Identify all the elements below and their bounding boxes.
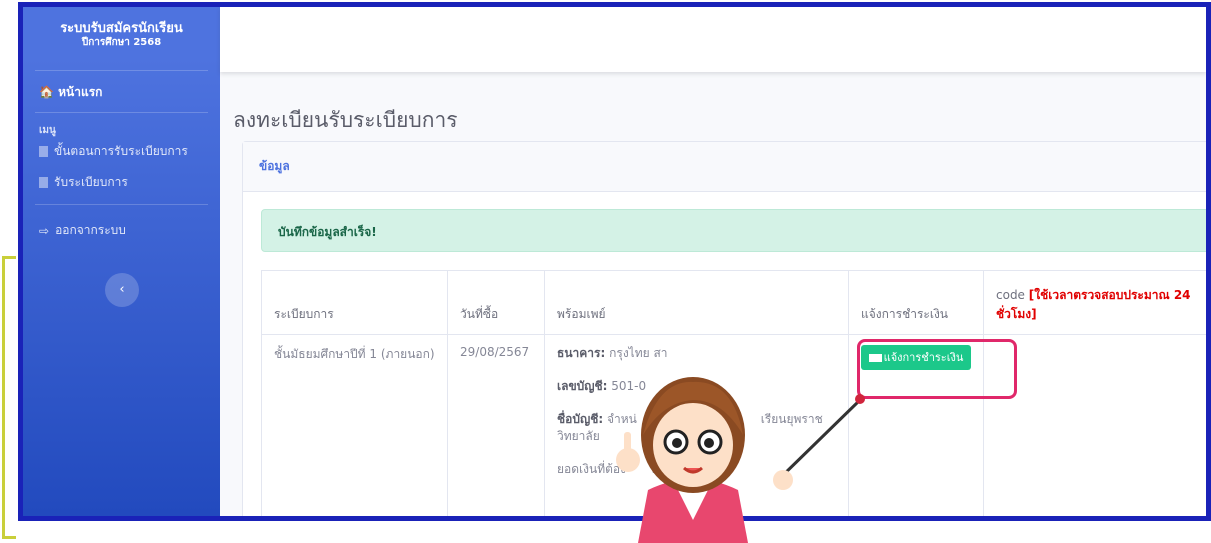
logout-link[interactable]: ⇨ ออกจากระบบ (23, 215, 220, 246)
cell-date: 29/08/2567 (447, 334, 545, 516)
code-label: code (996, 288, 1025, 302)
account-name-label: ชื่อบัญชี: (557, 412, 604, 426)
success-alert: บันทึกข้อมูลสำเร็จ! (261, 209, 1206, 252)
sidebar: ระบบรับสมัครนักเรียน ปีการศึกษา 2568 🏠 ห… (23, 7, 220, 516)
payment-button-highlight (857, 339, 1017, 399)
topbar (220, 7, 1206, 72)
sidebar-item-label: รับระเบียบการ (54, 175, 128, 189)
home-icon: 🏠 (39, 85, 54, 99)
card-header: ข้อมูล (243, 142, 1206, 192)
document-icon (39, 146, 48, 157)
sidebar-item-steps[interactable]: ขั้นตอนการรับระเบียบการ (23, 138, 220, 169)
sign-out-icon: ⇨ (39, 223, 50, 238)
col-header-item: ระเบียบการ (261, 270, 448, 335)
col-header-payment: แจ้งการชำระเงิน (848, 270, 984, 335)
sidebar-toggle-button[interactable]: ‹ (105, 273, 139, 307)
cell-code (983, 334, 1206, 516)
code-note: [ใช้เวลาตรวจสอบประมาณ 24 ชั่วโมง] (996, 288, 1191, 321)
sidebar-divider (35, 204, 208, 205)
col-header-date: วันที่ซื้อ (447, 270, 545, 335)
nav-home-label: หน้าแรก (58, 85, 103, 99)
cell-item: ชั้นมัธยมศึกษาปีที่ 1 (ภายนอก) (261, 334, 448, 516)
brand-subtitle: ปีการศึกษา 2568 (81, 37, 162, 48)
sidebar-brand[interactable]: ระบบรับสมัครนักเรียน ปีการศึกษา 2568 (35, 7, 208, 71)
nav-home[interactable]: 🏠 หน้าแรก (35, 71, 208, 113)
col-header-promptpay: พร้อมเพย์ (544, 270, 849, 335)
col-header-code: code [ใช้เวลาตรวจสอบประมาณ 24 ชั่วโมง] (983, 270, 1206, 335)
document-icon (39, 177, 48, 188)
sidebar-item-register[interactable]: รับระเบียบการ (23, 169, 220, 200)
teacher-cartoon-illustration (616, 377, 865, 543)
annotation-frame-yellow (2, 256, 16, 539)
menu-heading: เมนู (39, 125, 56, 136)
page-title: ลงทะเบียนรับระเบียบการ (233, 108, 458, 132)
logout-label: ออกจากระบบ (55, 223, 126, 237)
table-header-row: ระเบียบการ วันที่ซื้อ พร้อมเพย์ แจ้งการช… (261, 270, 1206, 335)
brand-title: ระบบรับสมัครนักเรียน (60, 21, 183, 36)
sidebar-item-label: ขั้นตอนการรับระเบียบการ (54, 144, 188, 158)
